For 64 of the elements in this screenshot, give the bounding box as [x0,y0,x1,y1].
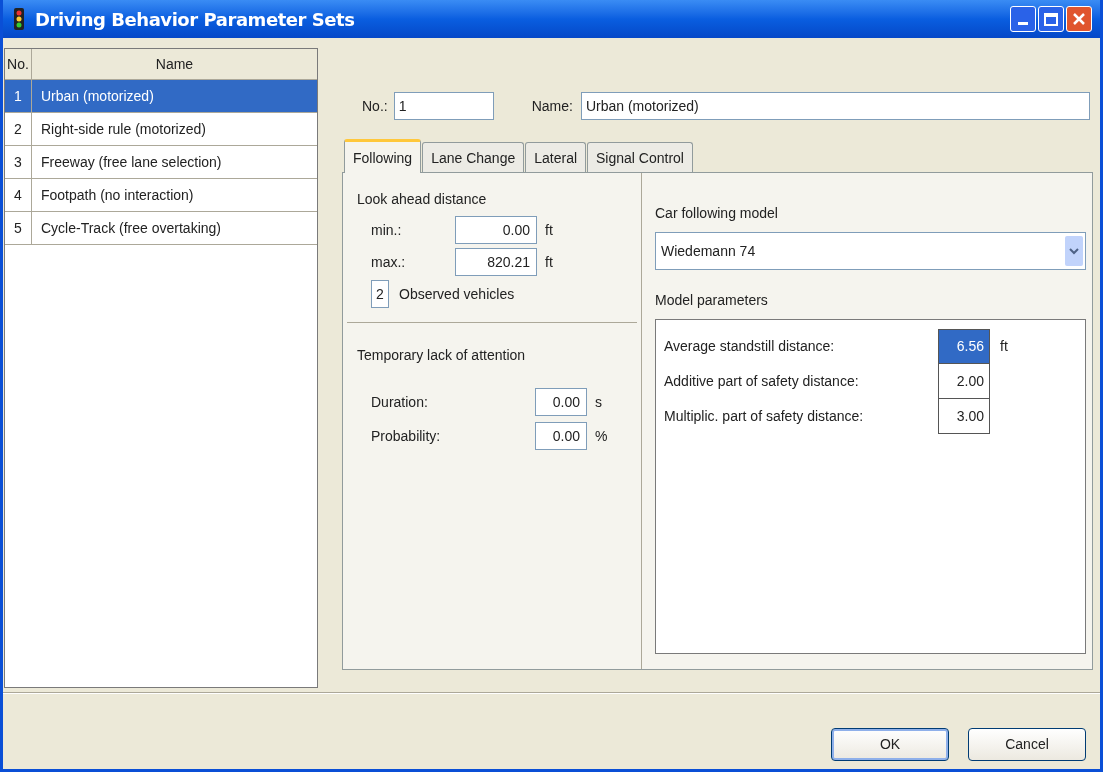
number-field[interactable]: 1 [393,92,494,120]
column-header[interactable]: No. [5,49,32,79]
list-row[interactable]: 3 Freeway (free lane selection) [5,146,317,179]
tab[interactable]: Lateral [525,142,587,172]
row-number: 3 [5,146,32,178]
tab[interactable]: Following [344,139,422,173]
field-label: No.: [362,96,388,116]
column-header[interactable]: Name [32,49,317,79]
section-title: Look ahead distance [357,190,488,209]
minimize-icon [1018,22,1028,25]
number-field[interactable]: 0.00 [535,388,587,416]
field-label: max.: [371,252,407,272]
dropdown-value: Wiedemann 74 [661,241,757,261]
close-icon [1072,12,1086,26]
field-label: min.: [371,220,403,240]
list-row[interactable]: 5 Cycle-Track (free overtaking) [5,212,317,245]
field-label: Observed vehicles [399,284,515,304]
list-row[interactable]: 1 Urban (motorized) [5,80,317,113]
number-field[interactable]: 0.00 [455,216,537,244]
row-number: 4 [5,179,32,211]
unit-label: % [595,426,608,446]
row-name: Right-side rule (motorized) [40,119,207,139]
field-label: Probability: [371,426,442,446]
unit-label: s [595,392,602,412]
maximize-button[interactable] [1038,6,1064,32]
row-name: Cycle-Track (free overtaking) [40,218,222,238]
unit-label: ft [1000,337,1008,356]
maximize-icon [1044,12,1058,26]
row-number: 2 [5,113,32,145]
section-title: Temporary lack of attention [357,346,527,365]
section-title: Car following model [655,204,779,223]
close-button[interactable] [1066,6,1092,32]
row-number: 5 [5,212,32,244]
cancel-button[interactable]: Cancel [968,728,1086,761]
window-title: Driving Behavior Parameter Sets [35,7,355,32]
section-title: Model parameters [655,291,769,310]
parameter-value-cell[interactable]: 6.56 [938,329,990,364]
model-dropdown[interactable]: Wiedemann 74 [655,232,1086,270]
list-row[interactable]: 4 Footpath (no interaction) [5,179,317,212]
row-name: Freeway (free lane selection) [40,152,223,172]
unit-label: ft [545,220,553,240]
row-name: Footpath (no interaction) [40,185,195,205]
tab[interactable]: Signal Control [587,142,693,172]
parameter-label: Average standstill distance: [664,337,836,356]
tab[interactable]: Lane Change [422,142,525,172]
number-field[interactable]: 2 [371,280,389,308]
parameter-value-cell[interactable]: 3.00 [938,399,990,434]
chevron-down-icon [1069,247,1079,255]
minimize-button[interactable] [1010,6,1036,32]
traffic-light-icon [11,8,27,30]
parameter-label: Multiplic. part of safety distance: [664,407,865,426]
row-number: 1 [5,80,32,112]
name-field[interactable]: Urban (motorized) [580,92,1090,120]
number-field[interactable]: 0.00 [535,422,587,450]
number-field[interactable]: 820.21 [455,248,537,276]
row-name: Urban (motorized) [40,86,155,106]
parameter-label: Additive part of safety distance: [664,372,860,391]
list-row[interactable]: 2 Right-side rule (motorized) [5,113,317,146]
unit-label: ft [545,252,553,272]
field-label: Name: [531,96,573,116]
ok-button[interactable]: OK [831,728,949,761]
field-label: Duration: [371,392,429,412]
dropdown-button[interactable] [1065,236,1083,266]
parameter-value-cell[interactable]: 2.00 [938,364,990,399]
